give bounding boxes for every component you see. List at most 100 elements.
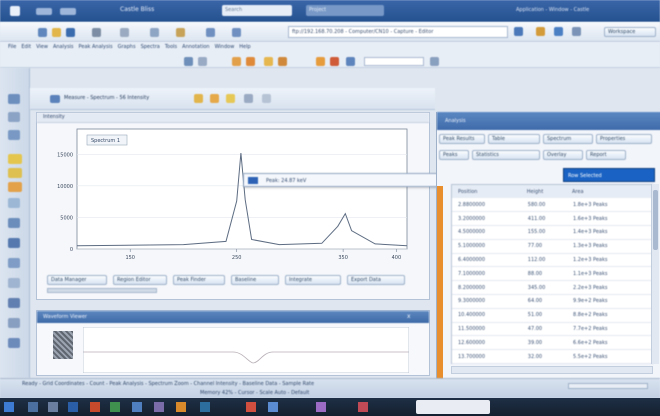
left-tool-2-icon[interactable] (8, 112, 20, 122)
tab-properties[interactable]: Properties (596, 134, 652, 144)
marker-icon[interactable] (264, 57, 273, 66)
tab-table[interactable]: Table (488, 134, 540, 144)
address-field[interactable]: ftp://192.168.70.208 - Computer/CN10 - C… (288, 26, 508, 38)
table-row[interactable]: 11.500000 47.00 7.7e+2 Peaks (452, 322, 652, 336)
taskbar-app-11-icon[interactable] (268, 402, 278, 412)
taskbar-app-6-icon[interactable] (132, 402, 142, 412)
new-file-icon[interactable] (38, 28, 47, 37)
zoom-icon[interactable] (184, 57, 193, 66)
menu-view[interactable]: View (36, 44, 48, 50)
print-icon[interactable] (92, 28, 101, 37)
left-tool-10-icon[interactable] (8, 258, 20, 268)
export-data-button[interactable]: Export Data (347, 275, 405, 285)
paste-icon[interactable] (176, 28, 185, 37)
taskbar-app-13-icon[interactable] (358, 402, 368, 412)
table-scrollbar[interactable] (651, 184, 659, 364)
taskbar-app-5-icon[interactable] (110, 402, 120, 412)
settings-icon[interactable] (536, 27, 545, 36)
menu-help[interactable]: Help (239, 44, 250, 50)
taskbar-app-10-icon[interactable] (246, 402, 256, 412)
taskbar-app-12-icon[interactable] (316, 402, 326, 412)
copy-icon[interactable] (150, 28, 159, 37)
subtab-statistics[interactable]: Statistics (472, 150, 540, 160)
chart-icon[interactable] (232, 57, 241, 66)
spectrum-chart[interactable]: 0 5000 10000 15000 150 250 350 400 Spectrum 1 (37, 123, 429, 273)
forward-icon[interactable] (60, 8, 76, 15)
table-scroll-thumb[interactable] (653, 190, 658, 250)
peak-finder-button[interactable]: Peak Finder (173, 275, 225, 285)
start-icon[interactable] (4, 402, 14, 412)
taskbar-app-1-icon[interactable] (28, 402, 38, 412)
left-tool-6-icon[interactable] (8, 182, 22, 192)
taskbar-active-window[interactable] (416, 400, 490, 414)
table-row[interactable]: 5.1000000 77.00 1.3e+3 Peaks (452, 239, 652, 254)
left-tool-8-icon[interactable] (8, 218, 20, 228)
open-icon[interactable] (52, 28, 61, 37)
document-title[interactable]: Measure - Spectrum - 56 Intensity (64, 95, 149, 101)
baseline-button[interactable]: Baseline (231, 275, 279, 285)
table-row[interactable]: 8.2000000 345.00 2.2e+3 Peaks (452, 281, 652, 295)
table-row[interactable]: 4.5000000 155.00 1.4e+3 Peaks (452, 226, 652, 240)
table-row[interactable]: 10.400000 51.00 8.8e+2 Peaks (452, 308, 652, 323)
menu-file[interactable]: File (8, 44, 16, 50)
col-position[interactable]: Position (452, 185, 526, 198)
menu-analysis[interactable]: Analysis (53, 44, 74, 50)
cut-icon[interactable] (120, 28, 129, 37)
left-tool-1-icon[interactable] (8, 94, 20, 104)
col-height[interactable]: Height (526, 185, 571, 198)
layout-icon[interactable] (572, 27, 581, 36)
menu-annotation[interactable]: Annotation (182, 44, 209, 50)
region-editor-button[interactable]: Region Editor (113, 275, 167, 285)
integrate-button[interactable]: Integrate (285, 275, 341, 285)
taskbar-app-2-icon[interactable] (48, 402, 58, 412)
taskbar-app-8-icon[interactable] (176, 402, 186, 412)
range-slider[interactable] (47, 288, 157, 293)
title-project-field[interactable]: Project (306, 5, 384, 16)
left-tool-9-icon[interactable] (8, 238, 20, 248)
go-icon[interactable] (514, 27, 523, 36)
left-tool-3-icon[interactable] (8, 130, 20, 140)
table-row[interactable]: 7.1000000 88.00 1.1e+3 Peaks (452, 267, 652, 281)
doc-tool-3-icon[interactable] (226, 94, 235, 103)
taskbar-app-3-icon[interactable] (68, 402, 78, 412)
zoom-slider[interactable] (568, 383, 648, 389)
table-hscroll[interactable] (451, 366, 653, 374)
doc-tool-1-icon[interactable] (194, 94, 203, 103)
left-tool-11-icon[interactable] (8, 278, 20, 288)
workspace-button[interactable]: Workspace (604, 27, 656, 37)
back-icon[interactable] (36, 8, 52, 15)
taskbar-app-7-icon[interactable] (154, 402, 164, 412)
col-area[interactable]: Area (571, 185, 652, 198)
baseline-icon[interactable] (330, 57, 339, 66)
title-search-input[interactable]: Search (222, 5, 292, 16)
bottom-panel-close-icon[interactable]: x (407, 313, 411, 320)
redo-icon[interactable] (232, 28, 241, 37)
left-tool-12-icon[interactable] (8, 298, 20, 308)
table-row[interactable]: 13.700000 32.00 5.5e+2 Peaks (452, 350, 652, 364)
overlay-icon[interactable] (316, 57, 325, 66)
table-row[interactable]: 2.8800000 580.00 1.8e+3 Peaks (452, 198, 652, 212)
table-row[interactable]: 3.2000000 411.00 1.6e+3 Peaks (452, 212, 652, 226)
menu-peak-analysis[interactable]: Peak Analysis (79, 44, 113, 50)
taskbar-app-4-icon[interactable] (90, 402, 100, 412)
report-icon[interactable] (346, 57, 355, 66)
menu-graphs[interactable]: Graphs (118, 44, 136, 50)
table-row[interactable]: 6.4000000 112.00 1.2e+3 Peaks (452, 253, 652, 267)
doc-tool-2-icon[interactable] (210, 94, 219, 103)
left-tool-13-icon[interactable] (8, 318, 20, 328)
toolbar-select[interactable] (364, 57, 424, 66)
subtab-report[interactable]: Report (586, 150, 626, 160)
subtab-overlay[interactable]: Overlay (543, 150, 583, 160)
peak-icon[interactable] (246, 57, 255, 66)
taskbar-app-9-icon[interactable] (200, 402, 210, 412)
left-tool-7-icon[interactable] (8, 198, 20, 208)
region-icon[interactable] (278, 57, 287, 66)
data-manager-button[interactable]: Data Manager (47, 275, 107, 285)
fit-icon[interactable] (198, 57, 207, 66)
help-icon[interactable] (554, 27, 563, 36)
save-icon[interactable] (66, 28, 75, 37)
left-tool-14-icon[interactable] (8, 338, 20, 348)
left-tool-4-icon[interactable] (8, 154, 22, 164)
selected-row[interactable]: Row Selected (563, 168, 655, 182)
left-tool-5-icon[interactable] (8, 168, 22, 178)
